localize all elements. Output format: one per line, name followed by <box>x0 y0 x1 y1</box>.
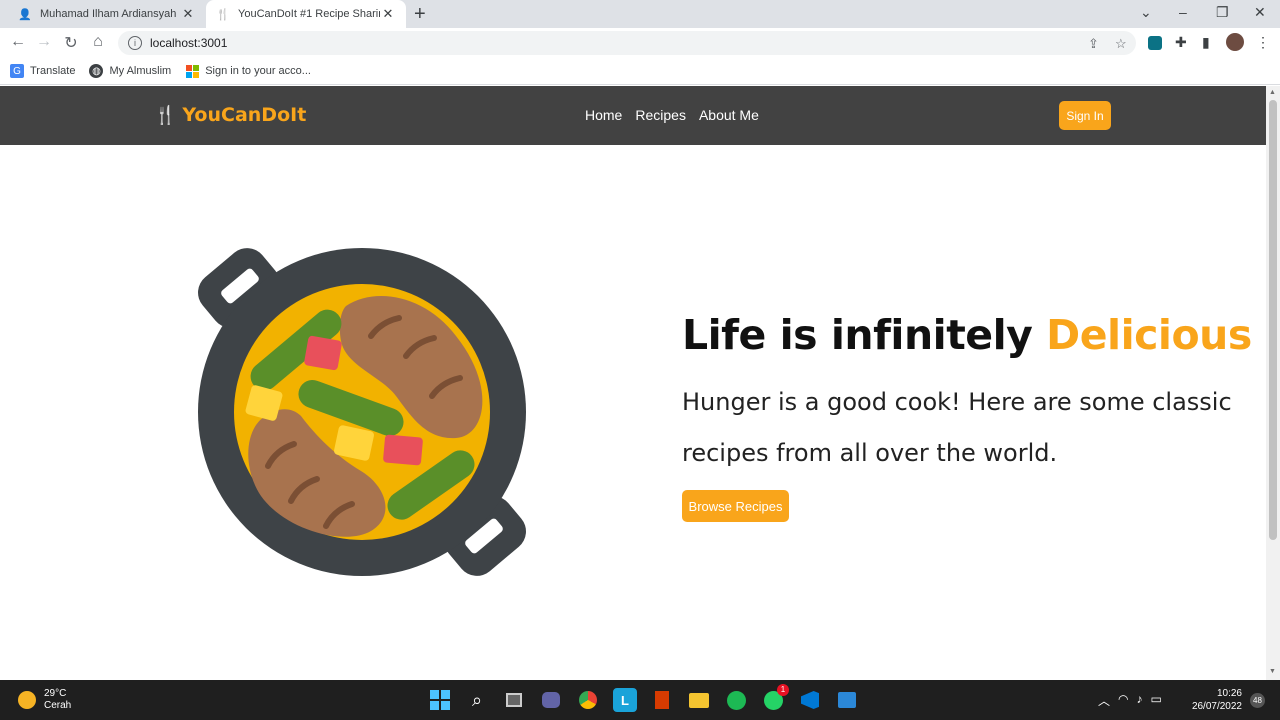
scroll-up-icon[interactable]: ▲ <box>1269 89 1276 96</box>
task-view-icon[interactable] <box>502 688 526 712</box>
photos-icon[interactable] <box>835 688 859 712</box>
puzzle-icon[interactable]: ✚ <box>1175 34 1187 51</box>
utensils-icon: 🍴 <box>154 104 177 126</box>
bookmark-star-icon[interactable]: ☆ <box>1115 36 1127 52</box>
weather-desc: Cerah <box>44 700 72 711</box>
share-icon[interactable]: ⇪ <box>1088 36 1099 52</box>
close-window-icon[interactable]: ✕ <box>1254 4 1266 21</box>
office-icon[interactable] <box>650 688 674 712</box>
restore-icon[interactable]: ❐ <box>1216 4 1229 21</box>
bookmark-item[interactable]: G Translate <box>10 64 75 78</box>
clock-date: 26/07/2022 <box>1191 701 1242 712</box>
vscode-icon[interactable] <box>798 688 822 712</box>
clock[interactable]: 10:26 26/07/2022 <box>1186 687 1242 713</box>
bookmarks-bar: G Translate ◍ My Almuslim Sign in to you… <box>0 58 1280 85</box>
headline-accent: Delicious <box>1046 311 1252 359</box>
chevron-up-icon[interactable]: ︿ <box>1098 692 1110 709</box>
bookmark-item[interactable]: Sign in to your acco... <box>185 64 311 78</box>
paella-pan-illustration <box>198 248 526 576</box>
globe-icon: ◍ <box>89 64 104 78</box>
brand-logo[interactable]: 🍴 YouCanDoIt <box>154 104 306 126</box>
profile-favicon-icon: 👤 <box>18 8 32 21</box>
scroll-down-icon[interactable]: ▼ <box>1269 668 1276 675</box>
battery-icon[interactable]: ▭ <box>1151 692 1162 709</box>
microsoft-icon <box>185 64 199 78</box>
site-navbar: 🍴 YouCanDoIt Home Recipes About Me Sign … <box>0 86 1266 145</box>
sign-in-button[interactable]: Sign In <box>1059 101 1111 130</box>
tab-title: Muhamad Ilham Ardiansyah | Po <box>40 8 180 20</box>
browser-tab-bar: 👤 Muhamad Ilham Ardiansyah | Po ✕ 🍴 YouC… <box>0 0 1280 28</box>
bookmark-label: Sign in to your acco... <box>205 65 311 77</box>
menu-icon[interactable]: ⋮ <box>1256 34 1270 51</box>
reload-icon[interactable]: ↻ <box>61 33 81 53</box>
bookmark-label: My Almuslim <box>109 65 172 77</box>
partly-sunny-icon <box>18 691 36 709</box>
minimize-icon[interactable]: – <box>1179 4 1187 20</box>
weather-temp: 29°C <box>44 688 67 699</box>
file-explorer-icon[interactable] <box>687 688 711 712</box>
utensils-favicon-icon: 🍴 <box>216 8 230 21</box>
close-tab-icon[interactable]: ✕ <box>180 6 196 22</box>
browse-recipes-button[interactable]: Browse Recipes <box>682 490 789 522</box>
back-icon[interactable]: ← <box>8 33 28 51</box>
whatsapp-icon[interactable]: 1 <box>761 684 789 712</box>
extension-icon[interactable] <box>1148 36 1162 50</box>
notification-count[interactable]: 48 <box>1250 693 1265 708</box>
chrome-icon[interactable] <box>576 688 600 712</box>
avatar[interactable] <box>1226 33 1244 51</box>
forward-icon[interactable]: → <box>34 33 54 51</box>
windows-taskbar: 29°C Cerah ⌕ L 1 ︿ ◠ ♪ ▭ 10:26 26/07/202… <box>0 680 1280 720</box>
weather-widget[interactable]: 29°C Cerah <box>18 688 71 712</box>
page-scrollbar[interactable]: ▲ ▼ <box>1266 86 1280 680</box>
volume-icon[interactable]: ♪ <box>1137 692 1143 709</box>
brand-name: YouCanDoIt <box>182 104 307 126</box>
browser-tab[interactable]: 👤 Muhamad Ilham Ardiansyah | Po ✕ <box>8 0 206 28</box>
l-app-icon[interactable]: L <box>613 688 637 712</box>
teams-chat-icon[interactable] <box>539 688 563 712</box>
bookmark-label: Translate <box>30 65 76 77</box>
new-tab-icon[interactable]: + <box>414 3 426 26</box>
nav-links: Home Recipes About Me <box>585 107 759 123</box>
browser-toolbar: ← → ↻ ⌂ i localhost:3001 ⇪ ☆ ✚ ▮ ⋮ <box>0 28 1280 58</box>
headline-main: Life is infinitely <box>682 311 1047 359</box>
spotify-icon[interactable] <box>724 688 748 712</box>
tab-title: YouCanDoIt #1 Recipe Sharing A <box>238 8 380 20</box>
scrollbar-thumb[interactable] <box>1269 100 1277 540</box>
system-tray: ︿ ◠ ♪ ▭ <box>1098 692 1162 709</box>
windows-start-icon[interactable] <box>428 688 452 712</box>
hero-subtext: Hunger is a good cook! Here are some cla… <box>682 388 1232 467</box>
bookmark-item[interactable]: ◍ My Almuslim <box>89 64 171 78</box>
nav-about-link[interactable]: About Me <box>699 107 759 123</box>
search-icon[interactable]: ⌕ <box>465 688 489 712</box>
home-icon[interactable]: ⌂ <box>88 33 108 51</box>
tab-search-icon[interactable]: ⌄ <box>1140 4 1152 21</box>
clock-time: 10:26 <box>1216 688 1242 699</box>
close-tab-icon[interactable]: ✕ <box>380 6 396 22</box>
page-viewport: 🍴 YouCanDoIt Home Recipes About Me Sign … <box>0 86 1266 680</box>
nav-home-link[interactable]: Home <box>585 107 622 123</box>
address-bar[interactable]: i localhost:3001 <box>118 31 1136 55</box>
translate-icon: G <box>10 64 24 78</box>
wifi-icon[interactable]: ◠ <box>1118 692 1128 709</box>
side-panel-icon[interactable]: ▮ <box>1202 34 1210 51</box>
hero-headline: Life is infinitely Delicious <box>682 311 1252 359</box>
url-text: localhost:3001 <box>150 36 228 50</box>
taskbar-apps: ⌕ L 1 <box>428 684 859 712</box>
whatsapp-badge: 1 <box>777 684 789 696</box>
browser-tab-active[interactable]: 🍴 YouCanDoIt #1 Recipe Sharing A ✕ <box>206 0 406 28</box>
site-info-icon[interactable]: i <box>128 36 142 50</box>
nav-recipes-link[interactable]: Recipes <box>635 107 686 123</box>
